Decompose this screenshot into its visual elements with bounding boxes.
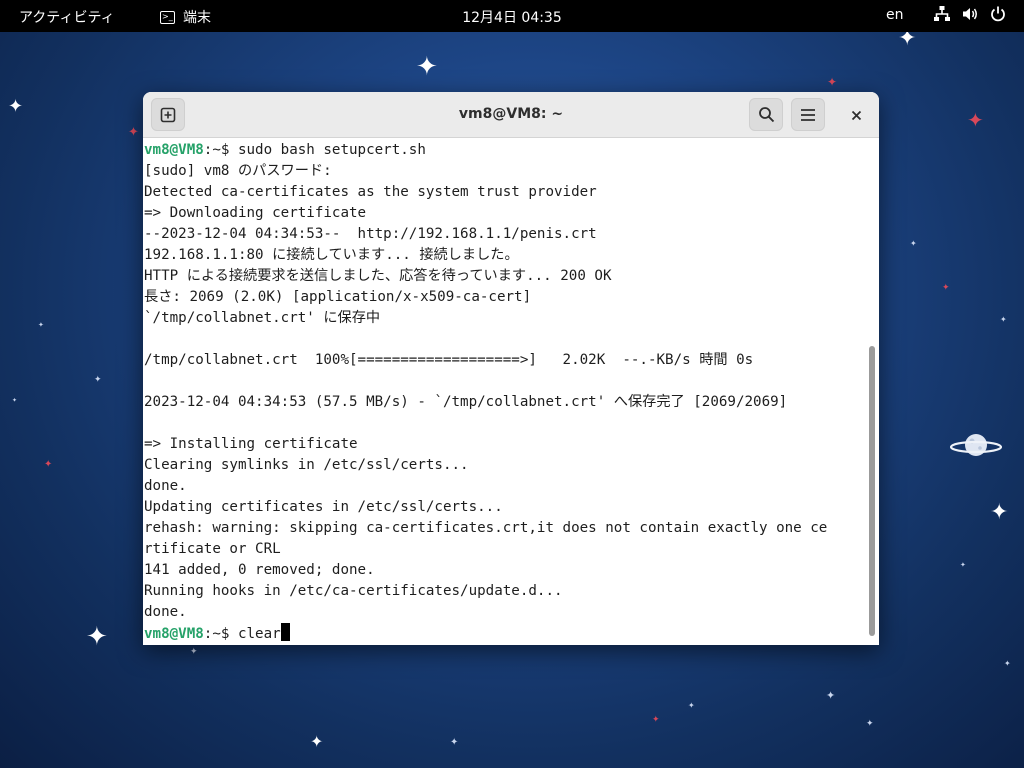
network-icon bbox=[934, 6, 950, 21]
volume-icon bbox=[963, 8, 977, 20]
terminal-line: => Downloading certificate bbox=[144, 205, 367, 221]
star-decoration: ✦ bbox=[416, 52, 438, 82]
top-bar: アクティビティ >_ 端末 12月4日 04:35 en bbox=[0, 0, 1024, 32]
desktop-background: ✦ ✦ ✦ ✦ ✦ ✦ ✦ ✦ ✦ ✦ ✦ ✦ ✦ ✦ ✦ ✦ ✦ ✦ ✦ ✦ … bbox=[0, 0, 1024, 768]
star-decoration: ✦ bbox=[967, 108, 984, 132]
terminal-line: Running hooks in /etc/ca-certificates/up… bbox=[144, 583, 563, 599]
terminal-scrollbar[interactable] bbox=[867, 138, 879, 645]
star-decoration: ✦ bbox=[652, 715, 660, 725]
star-decoration: ✦ bbox=[94, 375, 102, 385]
close-icon bbox=[851, 110, 861, 120]
star-decoration: ✦ bbox=[310, 732, 324, 751]
star-decoration: ✦ bbox=[960, 561, 966, 569]
star-decoration: ✦ bbox=[190, 647, 198, 657]
terminal-line: 長さ: 2069 (2.0K) [application/x-x509-ca-c… bbox=[144, 289, 532, 305]
star-decoration: ✦ bbox=[866, 719, 874, 729]
terminal-line: done. bbox=[144, 478, 187, 494]
terminal-line: Clearing symlinks in /etc/ssl/certs... bbox=[144, 457, 469, 473]
terminal-line: /tmp/collabnet.crt 100%[================… bbox=[144, 352, 754, 368]
terminal-line: 141 added, 0 removed; done. bbox=[144, 562, 375, 578]
terminal-line: done. bbox=[144, 604, 187, 620]
terminal-line: 192.168.1.1:80 に接続しています... 接続しました。 bbox=[144, 247, 519, 263]
terminal-output[interactable]: vm8@VM8:~$ sudo bash setupcert.sh [sudo]… bbox=[143, 138, 865, 645]
terminal-line: --2023-12-04 04:34:53-- http://192.168.1… bbox=[144, 226, 597, 242]
terminal-window[interactable]: vm8@VM8: ~ vm8@VM8:~$ sudo bash setupcer… bbox=[143, 92, 879, 645]
star-decoration: ✦ bbox=[12, 397, 18, 404]
star-decoration: ✦ bbox=[86, 622, 108, 652]
power-icon bbox=[991, 6, 1005, 22]
terminal-line: rehash: warning: skipping ca-certificate… bbox=[144, 520, 828, 536]
main-menu-button[interactable] bbox=[791, 98, 825, 131]
star-decoration: ✦ bbox=[688, 701, 695, 710]
star-decoration: ✦ bbox=[8, 96, 24, 117]
star-decoration: ✦ bbox=[450, 737, 459, 748]
terminal-line: Detected ca-certificates as the system t… bbox=[144, 184, 597, 200]
current-command: clear bbox=[237, 626, 281, 642]
close-button[interactable] bbox=[843, 102, 869, 128]
prompt-user: vm8@VM8 bbox=[144, 142, 204, 158]
hamburger-menu-icon bbox=[801, 108, 815, 121]
terminal-line: HTTP による接続要求を送信しました、応答を待っています... 200 OK bbox=[144, 268, 612, 284]
terminal-lines: vm8@VM8:~$ sudo bash setupcert.sh [sudo]… bbox=[144, 140, 827, 644]
terminal-line: vm8@VM8:~$ sudo bash setupcert.sh bbox=[144, 140, 827, 161]
search-icon bbox=[758, 107, 774, 123]
command-text: sudo bash setupcert.sh bbox=[237, 142, 426, 158]
terminal-input-line[interactable]: vm8@VM8:~$ clear bbox=[144, 623, 827, 644]
star-decoration: ✦ bbox=[942, 283, 950, 293]
terminal-line: rtificate or CRL bbox=[144, 541, 281, 557]
star-decoration: ✦ bbox=[38, 321, 44, 329]
system-tray[interactable] bbox=[933, 5, 1007, 23]
star-decoration: ✦ bbox=[827, 75, 838, 89]
star-decoration: ✦ bbox=[990, 500, 1009, 525]
clock[interactable]: 12月4日 04:35 bbox=[0, 7, 1024, 27]
star-decoration: ✦ bbox=[1004, 659, 1011, 668]
star-decoration: ✦ bbox=[128, 125, 139, 140]
terminal-line: => Installing certificate bbox=[144, 436, 358, 452]
star-decoration: ✦ bbox=[826, 689, 836, 702]
search-button[interactable] bbox=[749, 98, 783, 131]
terminal-line: [sudo] vm8 のパスワード: bbox=[144, 163, 332, 179]
prompt-path: :~$ bbox=[203, 626, 238, 642]
prompt-path: :~$ bbox=[203, 142, 238, 158]
scrollbar-thumb[interactable] bbox=[869, 346, 875, 636]
planet-decoration bbox=[950, 434, 1002, 456]
input-language-indicator[interactable]: en bbox=[886, 7, 904, 23]
terminal-line: Updating certificates in /etc/ssl/certs.… bbox=[144, 499, 503, 515]
prompt-user: vm8@VM8 bbox=[144, 626, 204, 642]
window-header-bar[interactable]: vm8@VM8: ~ bbox=[143, 92, 879, 138]
terminal-line: `/tmp/collabnet.crt' に保存中 bbox=[144, 310, 381, 326]
star-decoration: ✦ bbox=[1000, 315, 1007, 324]
star-decoration: ✦ bbox=[44, 459, 53, 470]
star-decoration: ✦ bbox=[910, 239, 917, 248]
terminal-line: 2023-12-04 04:34:53 (57.5 MB/s) - `/tmp/… bbox=[144, 394, 788, 410]
text-cursor bbox=[280, 623, 290, 641]
